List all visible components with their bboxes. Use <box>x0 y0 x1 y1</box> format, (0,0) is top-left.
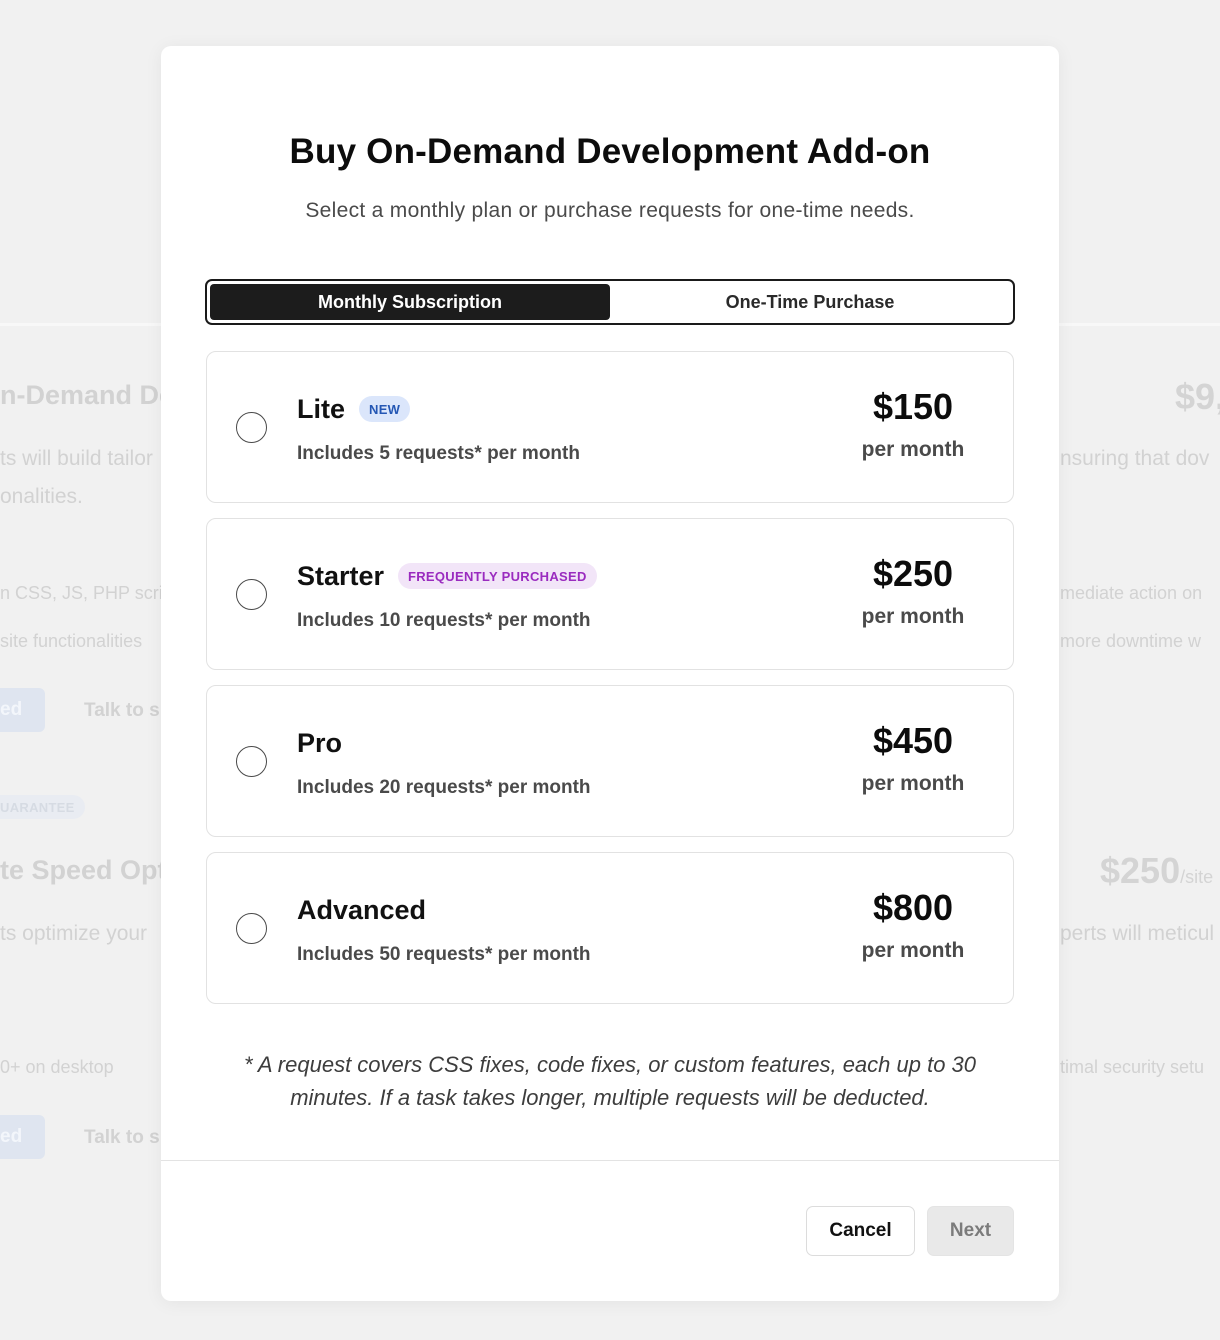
plan-period: per month <box>861 438 965 461</box>
plan-description: Includes 10 requests* per month <box>297 610 591 631</box>
bg-card-price-unit: /site <box>1180 867 1214 887</box>
bg-card-text: perts will meticul <box>1060 922 1215 945</box>
bg-get-started-button: ed <box>0 688 45 732</box>
plan-list: Lite NEW Includes 5 requests* per month … <box>206 351 1014 1019</box>
plan-option-starter[interactable]: Starter FREQUENTLY PURCHASED Includes 10… <box>206 518 1014 670</box>
plan-radio[interactable] <box>236 579 267 610</box>
new-badge: NEW <box>359 396 411 422</box>
plan-price: $250 <box>872 553 954 594</box>
plan-option-pro[interactable]: Pro Includes 20 requests* per month $450… <box>206 685 1014 837</box>
bg-card-text: onalities. <box>0 485 83 508</box>
bg-card-title: te Speed Opti <box>0 855 175 885</box>
bg-card-item: site functionalities <box>0 631 143 651</box>
bg-card-price: $250 <box>1100 850 1181 891</box>
plan-name: Advanced <box>297 895 427 925</box>
plan-description: Includes 20 requests* per month <box>297 777 591 798</box>
plan-option-lite[interactable]: Lite NEW Includes 5 requests* per month … <box>206 351 1014 503</box>
request-footnote: * A request covers CSS fixes, code fixes… <box>243 1052 977 1110</box>
cancel-button[interactable]: Cancel <box>806 1206 915 1256</box>
modal-title: Buy On-Demand Development Add-on <box>289 132 931 171</box>
plan-description: Includes 5 requests* per month <box>297 443 580 464</box>
plan-name: Starter <box>297 561 385 591</box>
plan-name: Pro <box>297 728 343 758</box>
plan-price: $800 <box>872 887 954 928</box>
bg-talk-to-sales-link: Talk to s <box>84 1127 160 1148</box>
bg-card-item: timal security setu <box>1060 1057 1205 1077</box>
next-button[interactable]: Next <box>927 1206 1014 1256</box>
tab-monthly-subscription[interactable]: Monthly Subscription <box>210 284 610 320</box>
bg-card-price-group: $250/site <box>1100 850 1213 892</box>
bg-card-price: $9, <box>1175 376 1220 417</box>
plan-price: $450 <box>872 720 954 761</box>
modal-subtitle: Select a monthly plan or purchase reques… <box>305 199 915 222</box>
bg-talk-to-sales-link: Talk to s <box>84 700 160 721</box>
bg-card-text: ts will build tailor <box>0 447 153 470</box>
add-on-modal: Buy On-Demand Development Add-on Select … <box>161 46 1059 1301</box>
bg-guarantee-badge: UARANTEE <box>0 795 85 819</box>
plan-radio[interactable] <box>236 913 267 944</box>
plan-radio[interactable] <box>236 412 267 443</box>
plan-option-advanced[interactable]: Advanced Includes 50 requests* per month… <box>206 852 1014 1004</box>
bg-card-item: n CSS, JS, PHP scri <box>0 583 163 603</box>
tab-one-time-purchase[interactable]: One-Time Purchase <box>610 284 1010 320</box>
bg-card-text: ts optimize your <box>0 922 148 945</box>
plan-period: per month <box>861 605 965 628</box>
billing-type-toggle: Monthly Subscription One-Time Purchase <box>205 279 1015 325</box>
frequently-purchased-badge: FREQUENTLY PURCHASED <box>398 563 597 589</box>
bg-card-item: mediate action on <box>1060 583 1203 603</box>
plan-description: Includes 50 requests* per month <box>297 944 591 965</box>
plan-price: $150 <box>872 386 954 427</box>
plan-period: per month <box>861 939 965 962</box>
plan-period: per month <box>861 772 965 795</box>
bg-card-text: nsuring that dov <box>1060 447 1210 470</box>
plan-name: Lite <box>297 394 346 424</box>
footer-divider <box>161 1160 1059 1161</box>
bg-card-item: 0+ on desktop <box>0 1057 114 1077</box>
plan-radio[interactable] <box>236 746 267 777</box>
bg-get-started-button: ed <box>0 1115 45 1159</box>
bg-card-item: more downtime w <box>1060 631 1202 651</box>
